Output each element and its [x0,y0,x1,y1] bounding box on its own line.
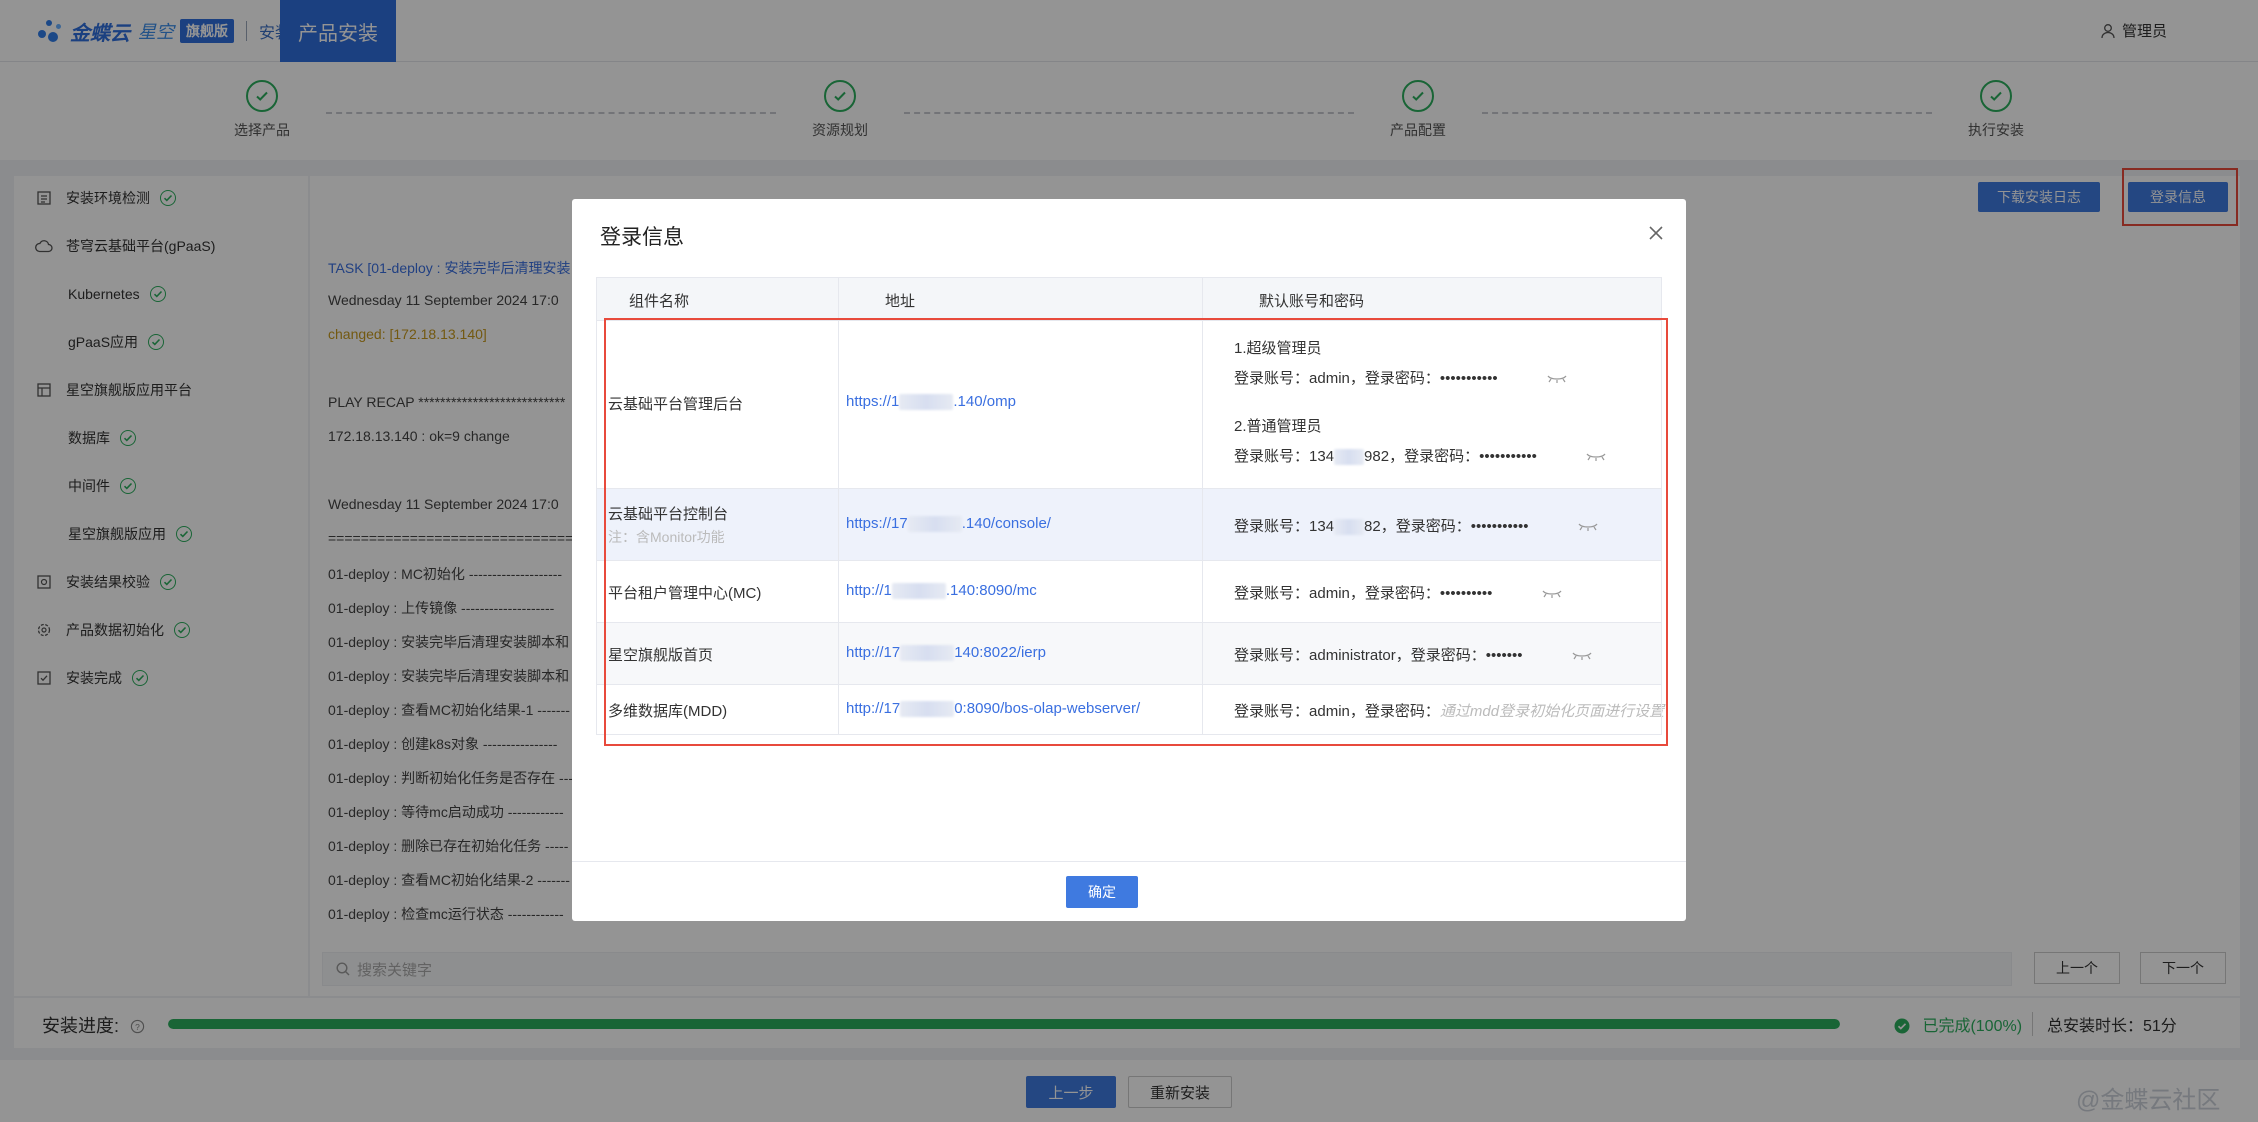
header-address: 地址 [885,293,916,310]
table-header: 组件名称 地址 默认账号和密码 [596,277,1662,321]
close-icon[interactable] [1642,219,1670,247]
dialog-title: 登录信息 [600,226,684,249]
table-border [596,277,597,735]
divider [572,861,1686,862]
highlight-box [604,318,1668,746]
header-credentials: 默认账号和密码 [1259,293,1365,310]
header-component: 组件名称 [629,293,690,310]
ok-button[interactable]: 确定 [1066,876,1138,908]
